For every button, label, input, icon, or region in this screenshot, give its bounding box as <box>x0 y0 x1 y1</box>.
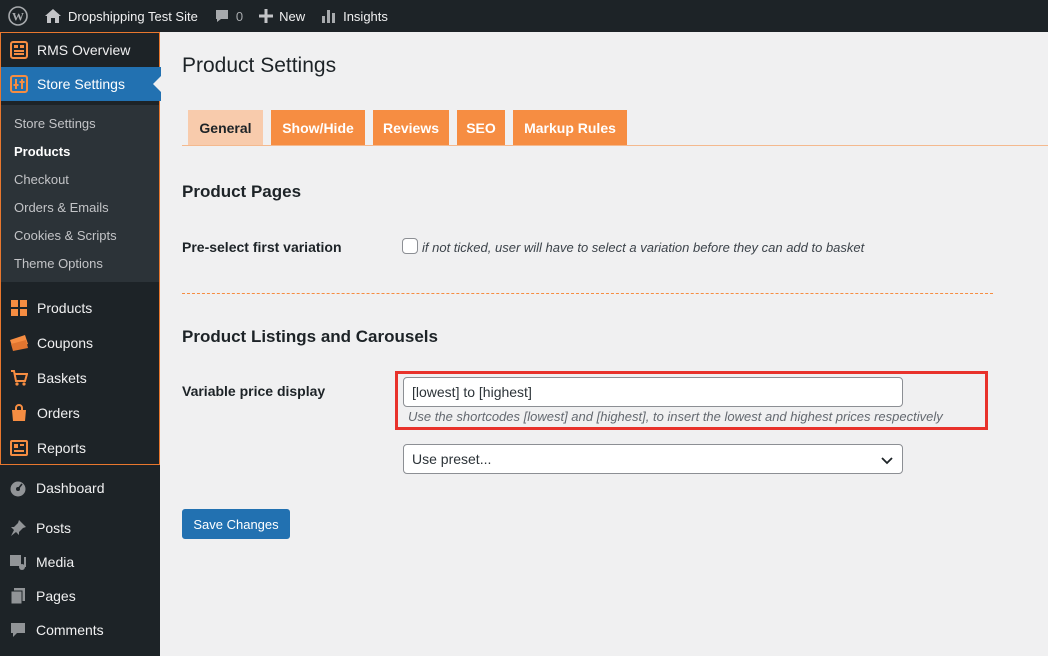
section-heading-listings: Product Listings and Carousels <box>182 327 438 346</box>
section-heading-product-pages: Product Pages <box>182 182 302 201</box>
chevron-down-icon <box>880 453 894 470</box>
rms-menu-group: RMS Overview Store Settings Store Settin… <box>0 32 161 465</box>
site-name-link[interactable]: Dropshipping Test Site <box>36 0 206 32</box>
pin-icon <box>0 519 36 537</box>
admin-sidebar: RMS Overview Store Settings Store Settin… <box>0 32 161 656</box>
page-title: Product Settings <box>182 54 337 77</box>
menu-label: Store Settings <box>37 76 125 92</box>
tab-seo[interactable]: SEO <box>457 110 505 146</box>
home-icon <box>45 9 61 23</box>
menu-dashboard[interactable]: Dashboard <box>0 471 160 505</box>
preselect-checkbox[interactable] <box>402 238 418 254</box>
bar-chart-icon <box>322 10 336 23</box>
menu-label: Dashboard <box>36 480 105 496</box>
section-divider <box>182 293 993 294</box>
media-icon <box>0 553 36 571</box>
comments-count: 0 <box>235 8 244 24</box>
menu-label: Coupons <box>37 335 94 351</box>
store-settings-submenu: Store Settings Products Checkout Orders … <box>1 105 159 282</box>
svg-text:W: W <box>12 10 24 24</box>
insights-link[interactable]: Insights <box>313 0 396 32</box>
tab-reviews[interactable]: Reviews <box>373 110 449 146</box>
menu-baskets[interactable]: Baskets <box>1 361 161 395</box>
bag-icon <box>1 404 37 422</box>
menu-label: Orders <box>37 405 80 421</box>
coupons-icon <box>1 334 37 352</box>
comment-icon <box>0 621 36 639</box>
menu-posts[interactable]: Posts <box>0 511 160 545</box>
tab-general[interactable]: General <box>188 110 263 146</box>
menu-label: Reports <box>37 440 87 456</box>
menu-label: Comments <box>36 622 104 638</box>
menu-orders[interactable]: Orders <box>1 396 161 430</box>
menu-products[interactable]: Products <box>1 291 161 325</box>
tab-show-hide[interactable]: Show/Hide <box>271 110 365 146</box>
menu-coupons[interactable]: Coupons <box>1 326 161 360</box>
reports-icon <box>1 439 37 457</box>
wordpress-logo-icon[interactable]: W <box>0 0 36 32</box>
menu-label: Products <box>37 300 93 316</box>
site-name: Dropshipping Test Site <box>68 8 198 24</box>
menu-label: Baskets <box>37 370 87 386</box>
menu-store-settings[interactable]: Store Settings <box>1 67 161 101</box>
menu-comments[interactable]: Comments <box>0 613 160 647</box>
submenu-cookies-scripts[interactable]: Cookies & Scripts <box>14 228 117 243</box>
submenu-checkout[interactable]: Checkout <box>14 172 69 187</box>
pages-icon <box>0 587 36 605</box>
save-changes-button[interactable]: Save Changes <box>182 509 290 539</box>
plus-icon <box>259 9 274 23</box>
comment-bubble-icon <box>215 10 228 22</box>
dashboard-icon <box>0 479 36 497</box>
admin-bar: W Dropshipping Test Site 0 New Insights <box>0 0 1048 32</box>
new-content-link[interactable]: New <box>251 0 313 32</box>
menu-label: RMS Overview <box>37 42 131 58</box>
price-display-input[interactable] <box>403 377 903 407</box>
submenu-products[interactable]: Products <box>14 144 70 159</box>
preset-select-value: Use preset... <box>412 451 492 467</box>
submenu-theme-options[interactable]: Theme Options <box>14 256 103 271</box>
products-icon <box>1 299 37 317</box>
price-display-description: Use the shortcodes [lowest] and [highest… <box>408 409 943 424</box>
cart-icon <box>1 369 37 387</box>
submenu-orders-emails[interactable]: Orders & Emails <box>14 200 109 215</box>
menu-label: Pages <box>36 588 76 604</box>
tab-underline <box>182 145 1048 146</box>
new-label: New <box>279 8 306 24</box>
menu-media[interactable]: Media <box>0 545 160 579</box>
submenu-store-settings[interactable]: Store Settings <box>14 116 96 131</box>
insights-label: Insights <box>343 8 388 24</box>
main-content: Product Settings General Show/Hide Revie… <box>160 32 1048 656</box>
settings-icon <box>1 75 37 93</box>
menu-rms-overview[interactable]: RMS Overview <box>1 33 161 67</box>
comments-link[interactable]: 0 <box>206 0 251 32</box>
grid-icon <box>1 41 37 59</box>
menu-pages[interactable]: Pages <box>0 579 160 613</box>
preselect-label: Pre-select first variation <box>182 239 342 255</box>
menu-label: Posts <box>36 520 72 536</box>
preset-select[interactable]: Use preset... <box>403 444 903 474</box>
menu-reports[interactable]: Reports <box>1 431 161 465</box>
preselect-description: if not ticked, user will have to select … <box>422 240 865 255</box>
price-display-label: Variable price display <box>182 383 326 399</box>
menu-label: Media <box>36 554 75 570</box>
tab-markup-rules[interactable]: Markup Rules <box>513 110 627 146</box>
